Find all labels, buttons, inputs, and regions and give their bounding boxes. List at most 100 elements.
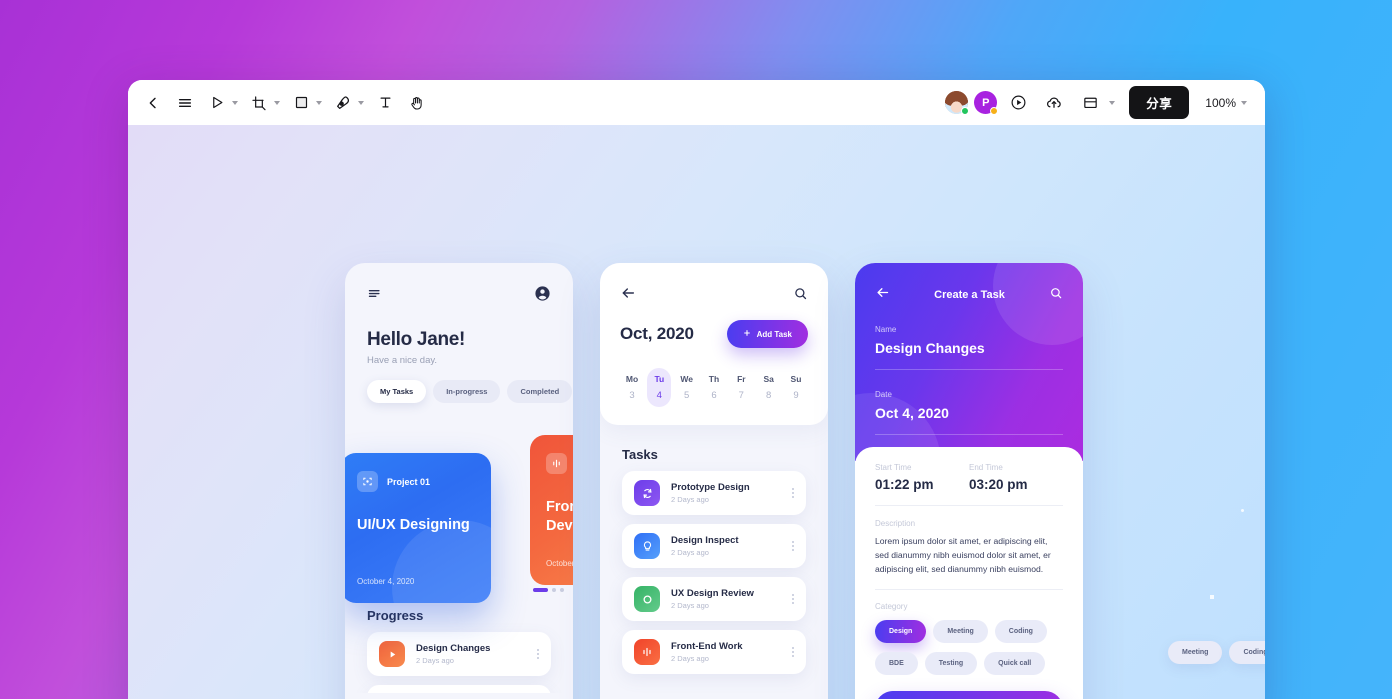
category-chip-coding[interactable]: Coding bbox=[994, 619, 1047, 643]
toolbar-left-tools bbox=[138, 88, 432, 118]
field-divider bbox=[875, 505, 1063, 506]
progress-item-title: Design Changes bbox=[416, 643, 491, 654]
layout-chevron-down-icon[interactable] bbox=[1109, 100, 1116, 105]
start-time-label: Start Time bbox=[875, 463, 912, 472]
layout-button[interactable] bbox=[1075, 88, 1105, 118]
description-label: Description bbox=[875, 519, 916, 528]
pagination-dot-active[interactable] bbox=[533, 588, 548, 592]
shape-tool[interactable] bbox=[286, 88, 316, 118]
filter-tab-my-tasks[interactable]: My Tasks bbox=[367, 380, 427, 403]
project-label: Project 01 bbox=[387, 476, 431, 487]
category-chip-design[interactable]: Design bbox=[875, 619, 927, 643]
category-chip-row-2: BDE Testing Quick call bbox=[875, 651, 1063, 675]
category-chip-meeting[interactable]: Meeting bbox=[933, 619, 988, 643]
zoom-control[interactable]: 100% bbox=[1195, 96, 1251, 110]
pagination-dot[interactable] bbox=[560, 588, 564, 592]
play-icon bbox=[379, 641, 405, 667]
arrow-left-icon[interactable] bbox=[620, 285, 636, 306]
add-task-label: Add Task bbox=[756, 329, 792, 339]
zoom-chevron-down-icon[interactable] bbox=[1241, 100, 1247, 105]
day-tu-selected[interactable]: Tu 4 bbox=[647, 368, 672, 407]
add-task-button[interactable]: Add Task bbox=[726, 320, 808, 348]
pagination-dot[interactable] bbox=[552, 588, 556, 592]
more-options-icon[interactable] bbox=[792, 594, 794, 604]
filter-tab-in-progress[interactable]: In-progress bbox=[433, 380, 501, 403]
create-task-button[interactable]: Create Task bbox=[875, 690, 1063, 699]
project-date: October 4, 2020 bbox=[357, 577, 415, 586]
task-list-item[interactable]: Front-End Work 2 Days ago bbox=[622, 630, 806, 674]
day-th[interactable]: Th 6 bbox=[702, 368, 726, 407]
day-fr[interactable]: Fr 7 bbox=[729, 368, 753, 407]
frame-tool-chevron-down-icon[interactable] bbox=[274, 100, 280, 105]
back-button[interactable] bbox=[138, 88, 168, 118]
date-field-value[interactable]: Oct 4, 2020 bbox=[875, 405, 1063, 421]
field-divider bbox=[875, 369, 1063, 370]
project-card-front-end[interactable]: Project 02 Front-End Development October… bbox=[530, 435, 573, 585]
share-button[interactable]: 分享 bbox=[1129, 86, 1190, 119]
progress-item-meta: 2 Days ago bbox=[416, 656, 454, 665]
pen-tool[interactable] bbox=[328, 88, 358, 118]
account-circle-icon[interactable] bbox=[534, 285, 551, 307]
hand-tool[interactable] bbox=[402, 88, 432, 118]
shape-tool-chevron-down-icon[interactable] bbox=[316, 100, 322, 105]
category-chip-row-1: Design Meeting Coding bbox=[875, 619, 1063, 643]
project-card-carousel[interactable]: Project 02 Front-End Development October… bbox=[345, 435, 573, 603]
text-tool[interactable] bbox=[370, 88, 400, 118]
end-time-value[interactable]: 03:20 pm bbox=[969, 477, 1063, 492]
day-sa[interactable]: Sa 8 bbox=[757, 368, 781, 407]
app-toolbar: P 分享 100% bbox=[128, 80, 1265, 125]
artboard-create-task-screen[interactable]: Create a Task Name Design Changes Date O… bbox=[855, 263, 1083, 699]
collaborator-avatar-photo[interactable] bbox=[945, 91, 970, 115]
start-time-value[interactable]: 01:22 pm bbox=[875, 477, 969, 492]
project-title: Front-End Development bbox=[546, 499, 573, 534]
greeting-subtitle: Have a nice day. bbox=[367, 355, 438, 366]
circle-o-icon bbox=[634, 586, 660, 612]
day-su[interactable]: Su 9 bbox=[784, 368, 808, 407]
name-field-label: Name bbox=[875, 325, 897, 334]
category-chip-meeting-overflow[interactable]: Meeting bbox=[1168, 641, 1223, 664]
category-chip-coding-overflow[interactable]: Coding bbox=[1229, 641, 1265, 664]
name-field-value[interactable]: Design Changes bbox=[875, 340, 1063, 356]
refresh-icon bbox=[634, 480, 660, 506]
description-value[interactable]: Lorem ipsum dolor sit amet, er adipiscin… bbox=[875, 535, 1063, 577]
hamburger-icon[interactable] bbox=[367, 286, 382, 306]
frame-tool[interactable] bbox=[244, 88, 274, 118]
day-we[interactable]: We 5 bbox=[675, 368, 699, 407]
present-button[interactable] bbox=[1003, 88, 1033, 118]
more-options-icon[interactable] bbox=[537, 649, 539, 659]
task-filter-tabs: My Tasks In-progress Completed bbox=[367, 380, 573, 403]
category-chip-bde[interactable]: BDE bbox=[875, 651, 918, 675]
task-meta: 2 Days ago bbox=[671, 495, 709, 504]
canvas-speck bbox=[1210, 595, 1214, 599]
task-list-item[interactable]: Prototype Design 2 Days ago bbox=[622, 471, 806, 515]
artboard-home-screen[interactable]: Hello Jane! Have a nice day. My Tasks In… bbox=[345, 263, 573, 699]
pen-tool-chevron-down-icon[interactable] bbox=[358, 100, 364, 105]
artboard-calendar-screen[interactable]: Oct, 2020 Add Task Mo 3 Tu 4 We 5 Th 6 F… bbox=[600, 263, 828, 699]
greeting-title: Hello Jane! bbox=[367, 329, 466, 350]
move-tool[interactable] bbox=[202, 88, 232, 118]
arrow-left-icon[interactable] bbox=[875, 285, 890, 305]
project-card-ui-ux[interactable]: Project 01 UI/UX Designing October 4, 20… bbox=[345, 453, 491, 603]
category-chip-quick-call[interactable]: Quick call bbox=[984, 651, 1046, 675]
task-list-item[interactable]: UX Design Review 2 Days ago bbox=[622, 577, 806, 621]
move-tool-chevron-down-icon[interactable] bbox=[232, 100, 238, 105]
menu-button[interactable] bbox=[170, 88, 200, 118]
more-options-icon[interactable] bbox=[792, 647, 794, 657]
day-mo[interactable]: Mo 3 bbox=[620, 368, 644, 407]
progress-list-item[interactable]: Design Changes 2 Days ago bbox=[367, 632, 551, 676]
screen2-header bbox=[620, 285, 808, 306]
category-chip-testing[interactable]: Testing bbox=[924, 651, 978, 675]
more-options-icon[interactable] bbox=[792, 488, 794, 498]
task-list-item[interactable]: Design Inspect 2 Days ago bbox=[622, 524, 806, 568]
task-meta: 2 Days ago bbox=[671, 654, 709, 663]
search-icon[interactable] bbox=[1049, 286, 1063, 305]
carousel-pagination[interactable] bbox=[533, 588, 564, 592]
collaborator-avatar-p[interactable]: P bbox=[974, 91, 999, 115]
search-icon[interactable] bbox=[793, 286, 808, 306]
design-canvas[interactable]: Hello Jane! Have a nice day. My Tasks In… bbox=[128, 125, 1265, 699]
filter-tab-completed[interactable]: Completed bbox=[507, 380, 573, 403]
cloud-upload-button[interactable] bbox=[1039, 88, 1069, 118]
more-options-icon[interactable] bbox=[792, 541, 794, 551]
calendar-card: Oct, 2020 Add Task Mo 3 Tu 4 We 5 Th 6 F… bbox=[600, 263, 828, 425]
category-chips-overflow: Meeting Coding bbox=[1168, 641, 1265, 664]
